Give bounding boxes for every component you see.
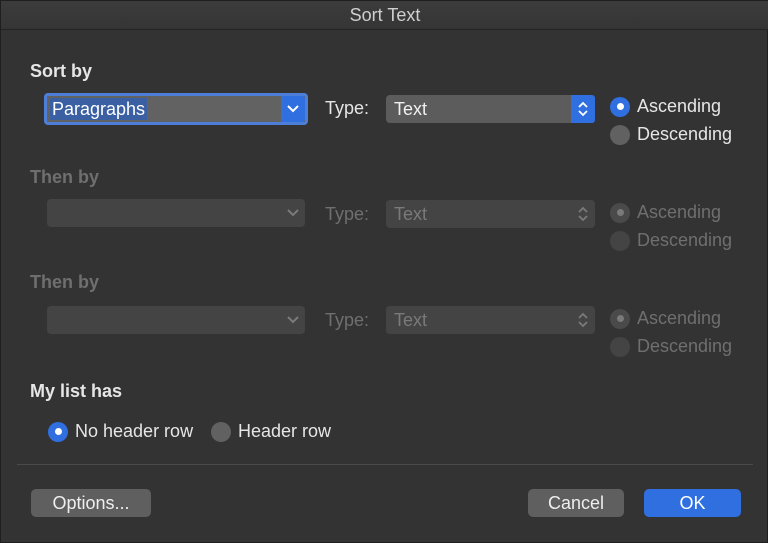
- then-by-1-type-value: Text: [394, 204, 428, 224]
- then-by-2-ascending-radio[interactable]: Ascending: [610, 308, 721, 329]
- chevron-down-icon: [281, 199, 305, 227]
- up-down-chevron-icon: [571, 306, 595, 334]
- then-by-2-label: Then by: [30, 272, 100, 292]
- radio-unselected-icon: [610, 124, 630, 145]
- no-header-row-radio[interactable]: No header row: [48, 421, 193, 442]
- then-by-1-descending-radio[interactable]: Descending: [610, 230, 732, 251]
- then-by-2-field-popup[interactable]: [47, 306, 305, 334]
- options-button[interactable]: Options...: [31, 489, 151, 517]
- sort-text-dialog: Sort Text Sort by Paragraphs Type: Text …: [0, 0, 768, 543]
- no-header-row-label: No header row: [75, 421, 194, 441]
- ok-button[interactable]: OK: [644, 489, 741, 517]
- then-by-2-ascending-label: Ascending: [637, 308, 722, 328]
- then-by-2-descending-label: Descending: [637, 336, 733, 356]
- then-by-2-descending-radio[interactable]: Descending: [610, 336, 732, 357]
- sort-by-type-label: Type:: [325, 98, 370, 118]
- radio-unselected-icon: [610, 230, 630, 251]
- sort-by-descending-label: Descending: [637, 124, 733, 144]
- then-by-2-type-popup[interactable]: Text: [386, 306, 595, 334]
- then-by-1-ascending-radio[interactable]: Ascending: [610, 202, 721, 223]
- then-by-2-type-value: Text: [394, 310, 428, 330]
- chevron-down-icon: [281, 96, 305, 122]
- my-list-has-label: My list has: [30, 381, 123, 401]
- sort-by-field-popup[interactable]: Paragraphs: [44, 93, 308, 125]
- radio-unselected-icon: [211, 421, 231, 442]
- header-row-label: Header row: [238, 421, 332, 441]
- radio-unselected-icon: [610, 336, 630, 357]
- cancel-button[interactable]: Cancel: [528, 489, 624, 517]
- then-by-1-type-label: Type:: [325, 204, 370, 224]
- sort-by-descending-radio[interactable]: Descending: [610, 124, 732, 145]
- sort-by-type-value: Text: [394, 99, 428, 119]
- radio-selected-icon: [610, 202, 630, 223]
- then-by-1-label: Then by: [30, 167, 100, 187]
- divider: [17, 464, 753, 465]
- up-down-chevron-icon: [571, 200, 595, 228]
- sort-by-label: Sort by: [30, 61, 93, 81]
- then-by-1-ascending-label: Ascending: [637, 202, 722, 222]
- sort-by-field-value: Paragraphs: [50, 98, 148, 120]
- sort-by-type-popup[interactable]: Text: [386, 95, 595, 123]
- then-by-1-type-popup[interactable]: Text: [386, 200, 595, 228]
- then-by-1-descending-label: Descending: [637, 230, 733, 250]
- radio-selected-icon: [610, 308, 630, 329]
- then-by-2-type-label: Type:: [325, 310, 370, 330]
- radio-selected-icon: [48, 421, 68, 442]
- header-row-radio[interactable]: Header row: [211, 421, 331, 442]
- then-by-1-field-popup[interactable]: [47, 199, 305, 227]
- chevron-down-icon: [281, 306, 305, 334]
- window-title: Sort Text: [1, 1, 768, 30]
- sort-by-ascending-radio[interactable]: Ascending: [610, 96, 721, 117]
- sort-by-ascending-label: Ascending: [637, 96, 722, 116]
- up-down-chevron-icon: [571, 95, 595, 123]
- radio-selected-icon: [610, 96, 630, 117]
